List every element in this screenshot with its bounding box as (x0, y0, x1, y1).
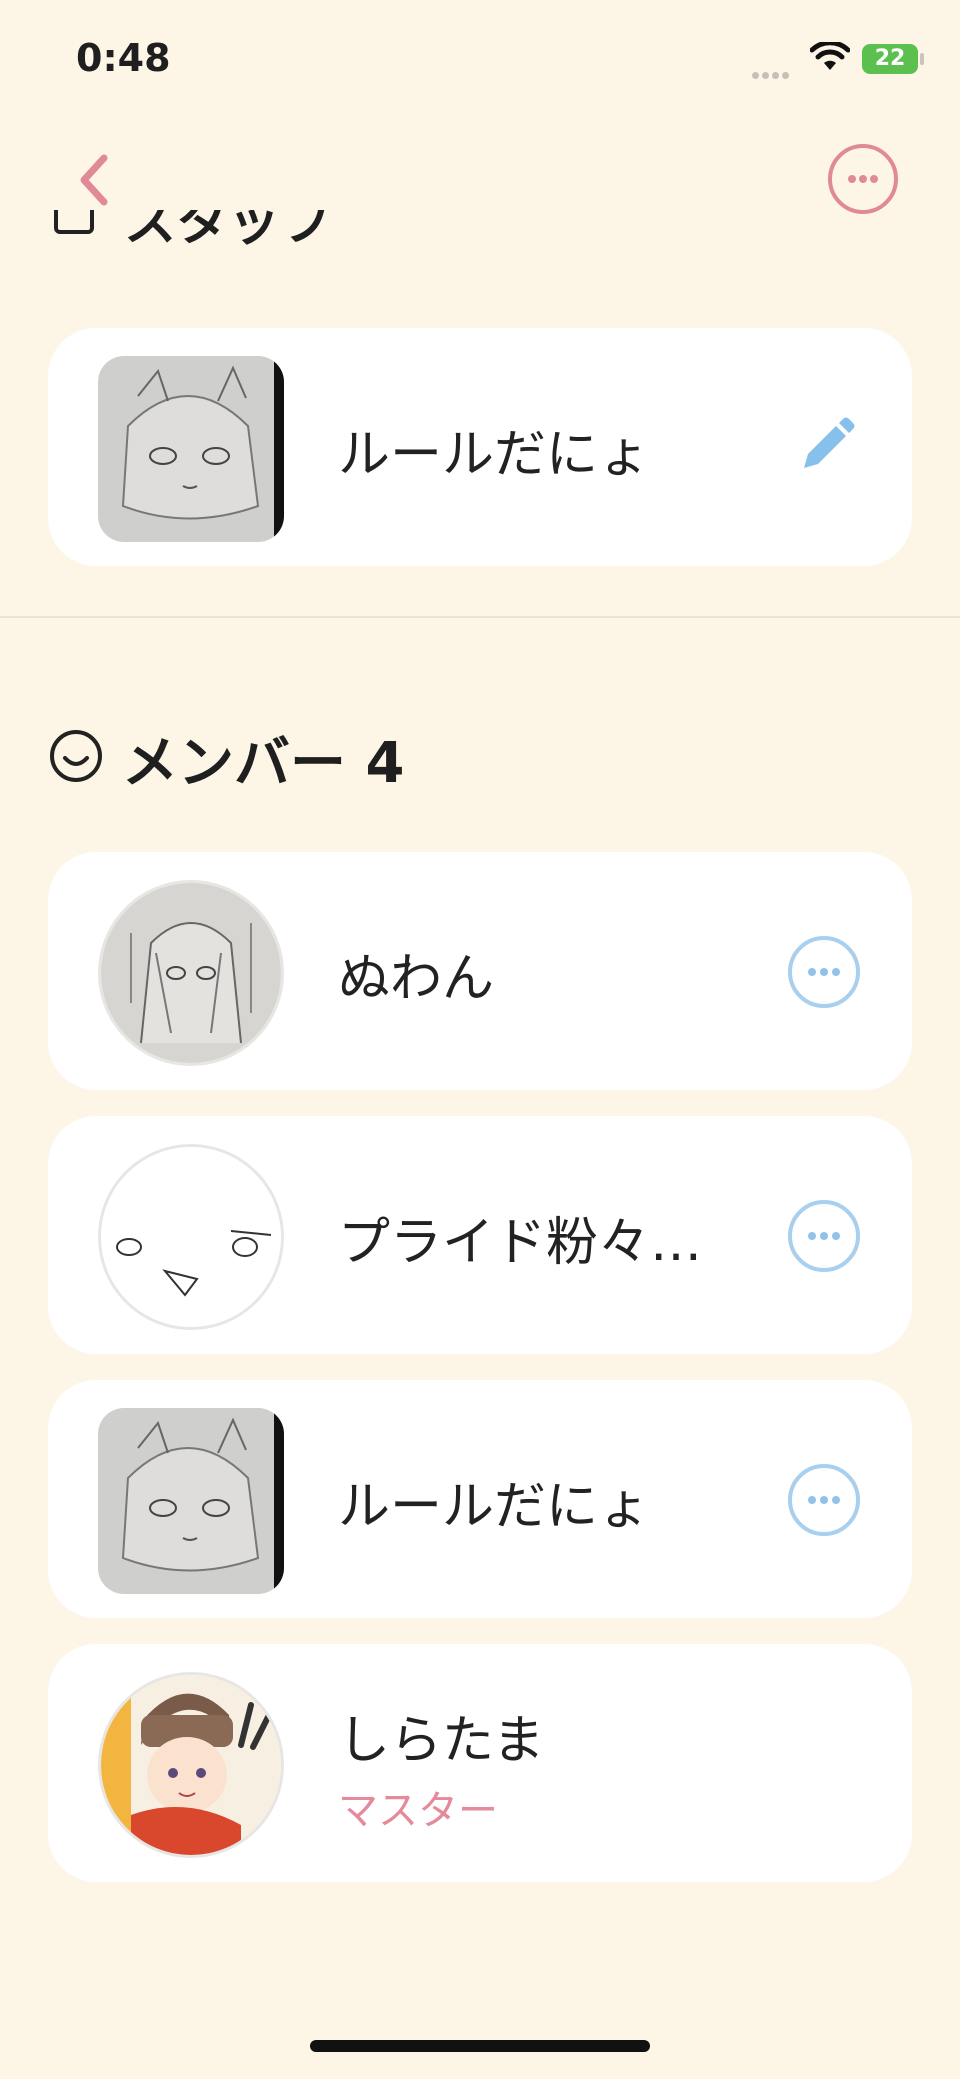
staff-section-heading: スタッフ (50, 210, 370, 270)
dot (808, 1232, 816, 1240)
member-name: しらたま (338, 1711, 545, 1771)
avatar (98, 880, 284, 1066)
member-card[interactable]: ルールだにょ (48, 1380, 912, 1618)
cellular-signal-icon (752, 64, 792, 83)
dot (870, 175, 878, 183)
avatar (98, 1408, 284, 1594)
more-options-button[interactable] (828, 144, 898, 214)
status-bar: 0:48 22 (0, 0, 960, 110)
member-name: ぬわん (338, 949, 495, 1009)
avatar (98, 1672, 284, 1858)
staff-icon (54, 210, 94, 234)
dot (832, 1232, 840, 1240)
member-card[interactable]: しらたま マスター (48, 1644, 912, 1882)
battery-cap (920, 53, 924, 65)
dot (832, 1496, 840, 1504)
member-name: ルールだにょ (338, 425, 651, 485)
dot (832, 968, 840, 976)
dot (859, 175, 867, 183)
member-options-button[interactable] (788, 936, 860, 1008)
back-button[interactable] (70, 150, 120, 210)
member-options-button[interactable] (788, 1464, 860, 1536)
dot (808, 1496, 816, 1504)
avatar (98, 1144, 284, 1330)
member-name: プライド粉々… (338, 1213, 703, 1273)
members-title: メンバー 4 (122, 731, 405, 796)
member-options-button[interactable] (788, 1200, 860, 1272)
dot (820, 1496, 828, 1504)
status-time: 0:48 (76, 36, 171, 80)
member-name: ルールだにょ (338, 1477, 651, 1537)
smile-face-icon (50, 730, 102, 782)
pencil-icon (804, 417, 855, 468)
edit-button[interactable] (794, 414, 858, 478)
dot (820, 1232, 828, 1240)
staff-section-title: スタッフ (124, 210, 333, 253)
dot (808, 968, 816, 976)
section-divider (0, 616, 960, 618)
wifi-icon (810, 42, 850, 70)
dot (820, 968, 828, 976)
battery-icon: 22 (862, 44, 918, 74)
member-card[interactable]: ぬわん (48, 852, 912, 1090)
member-role: マスター (338, 1788, 498, 1834)
dot (848, 175, 856, 183)
member-card[interactable]: プライド粉々… (48, 1116, 912, 1354)
avatar (98, 356, 284, 542)
home-indicator[interactable] (310, 2040, 650, 2052)
staff-card[interactable]: ルールだにょ (48, 328, 912, 566)
